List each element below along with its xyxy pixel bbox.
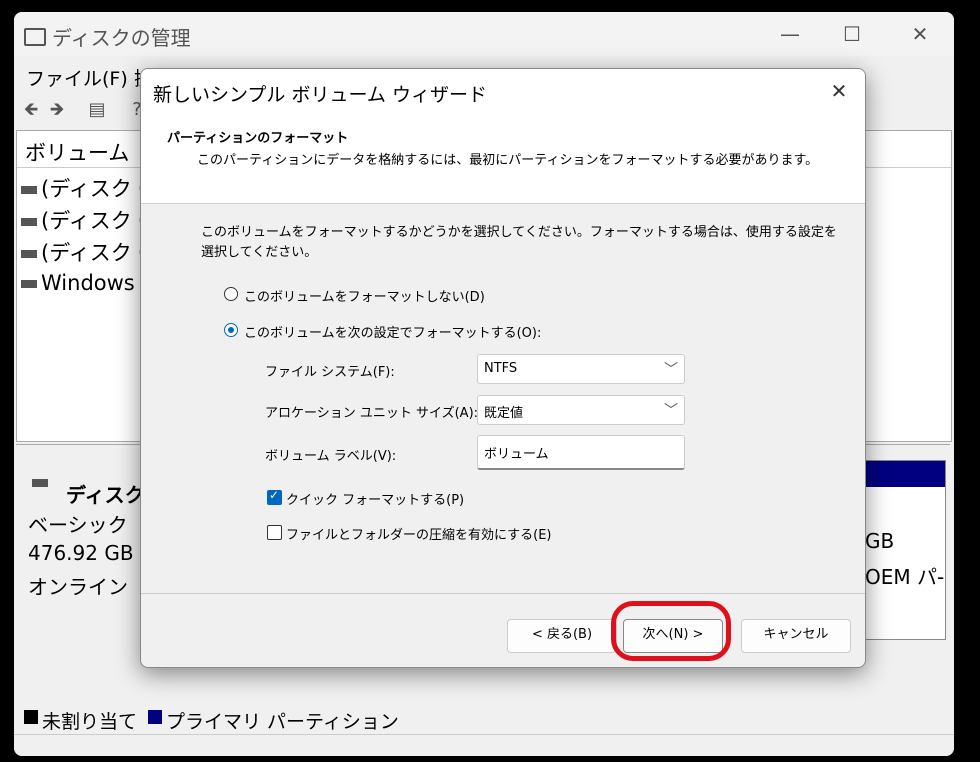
oem-partition-block[interactable]: GB OEM パ- bbox=[864, 460, 946, 640]
disk-size: 476.92 GB bbox=[28, 541, 134, 565]
drive-icon bbox=[21, 280, 37, 288]
partition-size: GB bbox=[865, 529, 895, 553]
close-icon[interactable]: ✕ bbox=[823, 77, 855, 105]
title-bar: ディスクの管理 — ☐ ✕ bbox=[14, 12, 954, 56]
wizard-title: 新しいシンプル ボリューム ウィザード bbox=[153, 84, 487, 106]
new-simple-volume-wizard: 新しいシンプル ボリューム ウィザード ✕ パーティションのフォーマット このパ… bbox=[140, 68, 866, 668]
maximize-icon[interactable]: ☐ bbox=[832, 20, 872, 48]
forward-arrow-icon[interactable]: 🡺 bbox=[46, 100, 68, 120]
alloc-unit-select[interactable]: 既定値 ﹀ bbox=[477, 395, 685, 425]
quick-format-label[interactable]: クイック フォーマットする(P) bbox=[286, 489, 464, 508]
wizard-header: パーティションのフォーマット このパーティションにデータを格納するには、最初にパ… bbox=[141, 113, 865, 204]
drive-icon bbox=[21, 218, 37, 226]
unallocated-swatch bbox=[24, 710, 38, 724]
drive-icon bbox=[21, 186, 37, 194]
next-button-highlight bbox=[611, 601, 731, 661]
intro-text: このボリュームをフォーマットするかどうかを選択してください。フォーマットする場合… bbox=[201, 225, 837, 260]
alloc-unit-value: 既定値 bbox=[484, 406, 524, 421]
partition-label: OEM パ- bbox=[865, 565, 945, 589]
wizard-title-bar: 新しいシンプル ボリューム ウィザード ✕ bbox=[141, 69, 865, 113]
minimize-icon[interactable]: — bbox=[770, 20, 810, 48]
file-system-label: ファイル システム(F): bbox=[265, 365, 395, 380]
legend-unallocated: 未割り当て bbox=[42, 711, 138, 733]
chevron-down-icon: ﹀ bbox=[664, 403, 678, 419]
window-title: ディスクの管理 bbox=[52, 26, 191, 50]
column-volume[interactable]: ボリューム bbox=[25, 137, 129, 167]
chevron-down-icon: ﹀ bbox=[664, 362, 678, 378]
disk-management-app-icon bbox=[24, 28, 46, 46]
disk-name: ディスク bbox=[66, 483, 145, 507]
disk-type: ベーシック bbox=[28, 513, 128, 537]
status-bar bbox=[14, 734, 954, 756]
radio-format-label[interactable]: このボリュームを次の設定でフォーマットする(O): bbox=[244, 322, 541, 341]
legend-bar: 未割り当て プライマリ パーティション bbox=[14, 704, 954, 733]
footer-divider bbox=[141, 593, 865, 594]
volume-label-label: ボリューム ラベル(V): bbox=[265, 449, 397, 464]
primary-swatch bbox=[148, 710, 162, 724]
disk-icon bbox=[32, 479, 48, 487]
radio-format[interactable] bbox=[224, 323, 238, 337]
volume-label-value: ボリューム bbox=[484, 447, 549, 462]
volume-label-input[interactable]: ボリューム bbox=[477, 435, 685, 470]
volume-row[interactable]: Windows bbox=[21, 271, 135, 295]
compression-label[interactable]: ファイルとフォルダーの圧縮を有効にする(E) bbox=[286, 524, 552, 543]
legend-primary: プライマリ パーティション bbox=[166, 711, 399, 733]
file-system-select[interactable]: NTFS ﹀ bbox=[477, 354, 685, 384]
back-button[interactable]: < 戻る(B) bbox=[507, 619, 617, 653]
partition-color-bar bbox=[865, 461, 945, 487]
close-icon[interactable]: ✕ bbox=[900, 20, 940, 48]
alloc-unit-label: アロケーション ユニット サイズ(A): bbox=[265, 406, 479, 421]
radio-no-format-label[interactable]: このボリュームをフォーマットしない(D) bbox=[244, 286, 485, 305]
disk-status: オンライン bbox=[28, 575, 128, 599]
cancel-button[interactable]: キャンセル bbox=[741, 619, 851, 653]
quick-format-checkbox[interactable] bbox=[267, 488, 282, 505]
compression-checkbox[interactable] bbox=[267, 525, 282, 540]
header-title: パーティションのフォーマット bbox=[167, 131, 349, 146]
drive-icon bbox=[21, 250, 37, 258]
header-subtitle: このパーティションにデータを格納するには、最初にパーティションをフォーマットする… bbox=[197, 153, 819, 168]
menu-file[interactable]: ファイル(F) bbox=[26, 64, 128, 91]
file-system-value: NTFS bbox=[484, 361, 518, 376]
back-arrow-icon[interactable]: 🡸 bbox=[20, 100, 42, 120]
radio-no-format[interactable] bbox=[224, 287, 238, 301]
console-tree-icon[interactable]: ▤ bbox=[86, 100, 108, 120]
